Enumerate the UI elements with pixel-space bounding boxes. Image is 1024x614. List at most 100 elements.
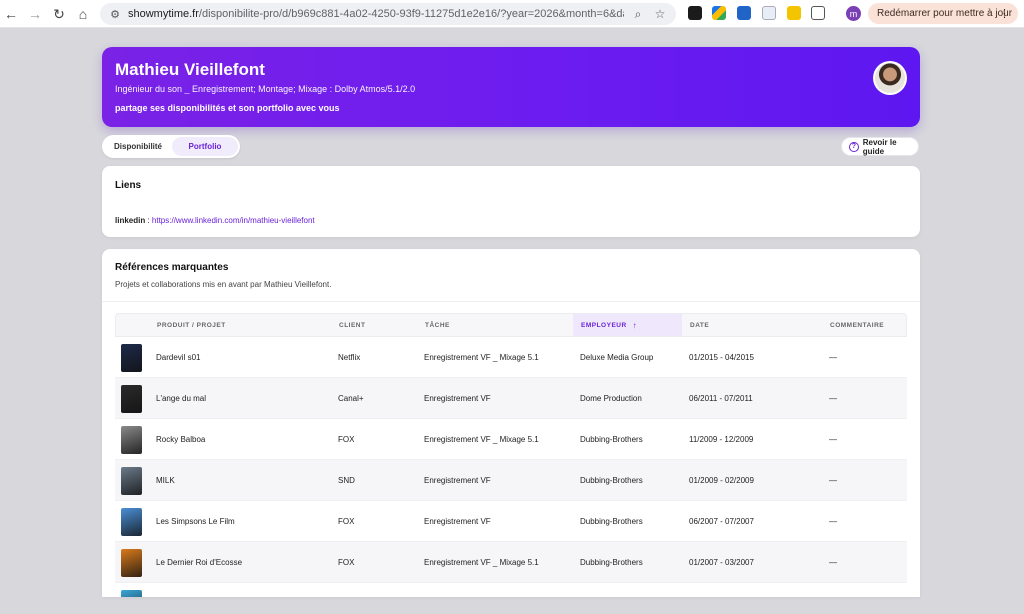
cell-product: Le Dernier Roi d'Ecosse [156, 558, 243, 567]
link-separator: : [145, 216, 152, 225]
cell-client: Canal+ [338, 394, 364, 403]
cell-client: SND [338, 476, 355, 485]
reload-icon[interactable]: ↻ [48, 3, 70, 25]
site-settings-icon[interactable]: ⚙ [108, 7, 122, 21]
cell-task: Enregistrement VF [424, 517, 491, 526]
poster-thumbnail[interactable] [121, 426, 142, 454]
avatar-photo [875, 63, 905, 93]
references-description: Projets et collaborations mis en avant p… [115, 280, 332, 289]
cell-comment: — [829, 558, 837, 567]
poster-thumbnail[interactable] [121, 549, 142, 577]
column-header-comment[interactable]: COMMENTAIRE [830, 314, 908, 336]
linkedin-link[interactable]: https://www.linkedin.com/in/mathieu-viei… [152, 216, 315, 225]
cell-date: 01/2015 - 04/2015 [689, 353, 754, 362]
cell-comment: — [829, 517, 837, 526]
divider [102, 301, 920, 302]
column-header-client[interactable]: CLIENT [339, 314, 419, 336]
table-row[interactable]: L'ange du mal Canal+ Enregistrement VF Dome… [115, 378, 907, 419]
cell-client: FOX [338, 435, 355, 444]
link-key: linkedin [115, 216, 146, 225]
link-item: linkedin : https://www.linkedin.com/in/m… [115, 216, 315, 225]
column-header-task[interactable]: TÂCHE [425, 314, 565, 336]
cell-client: FOX [338, 558, 355, 567]
references-table: PRODUIT / PROJET CLIENT TÂCHE EMPLOYEUR … [115, 313, 907, 597]
address-bar[interactable]: ⚙ showmytime.fr/disponibilite-pro/d/b969… [100, 3, 676, 25]
table-row[interactable]: Dardevil s01 Netflix Enregistrement VF _ M… [115, 337, 907, 378]
cell-employer: Dubbing-Brothers [580, 558, 643, 567]
links-title: Liens [115, 180, 142, 191]
browser-toolbar: ← → ↻ ⌂ ⚙ showmytime.fr/disponibilite-pr… [0, 0, 1024, 28]
cell-task: Enregistrement VF _ Mixage 5.1 [424, 558, 539, 567]
forward-icon[interactable]: → [24, 3, 46, 25]
zoom-icon[interactable]: ⌕ [630, 6, 646, 22]
table-row[interactable]: Rocky Balboa FOX Enregistrement VF _ Mixag… [115, 419, 907, 460]
extension-icon[interactable] [787, 6, 801, 20]
cell-comment: — [829, 394, 837, 403]
cell-employer: Deluxe Media Group [580, 353, 654, 362]
url-path: /disponibilite-pro/d/b969c881-4a02-4250-… [198, 8, 624, 20]
cell-comment: — [829, 476, 837, 485]
profile-avatar[interactable]: m [846, 6, 861, 21]
cell-product: L'ange du mal [156, 394, 207, 403]
cell-product: Rocky Balboa [156, 435, 206, 444]
extension-icon[interactable] [762, 6, 776, 20]
cell-task: Enregistrement VF _ Mixage 5.1 [424, 435, 539, 444]
references-title: Références marquantes [115, 262, 229, 273]
bookmark-star-icon[interactable]: ☆ [652, 6, 668, 22]
table-row[interactable]: Le Dernier Roi d'Ecosse FOX Enregistrement… [115, 542, 907, 583]
restart-label: Redémarrer pour mettre à jour [877, 8, 1013, 19]
home-icon[interactable]: ⌂ [72, 3, 94, 25]
links-card: Liens linkedin : https://www.linkedin.co… [102, 166, 920, 237]
profile-subtitle: Ingénieur du son _ Enregistrement; Monta… [115, 84, 416, 94]
guide-button[interactable]: ? Revoir le guide [841, 137, 919, 156]
help-icon: ? [849, 141, 859, 152]
url-host: showmytime.fr [128, 8, 199, 20]
table-header: PRODUIT / PROJET CLIENT TÂCHE EMPLOYEUR … [115, 313, 907, 337]
avatar [873, 61, 907, 95]
trello-icon[interactable] [737, 6, 751, 20]
poster-thumbnail[interactable] [121, 385, 142, 413]
cell-employer: Dubbing-Brothers [580, 435, 643, 444]
column-header-employer[interactable]: EMPLOYEUR ↑ [573, 314, 682, 336]
sort-ascending-icon: ↑ [632, 320, 638, 330]
url-text[interactable]: showmytime.fr/disponibilite-pro/d/b969c8… [128, 8, 624, 20]
cell-product: Les Simpsons Le Film [156, 517, 235, 526]
extension-icon[interactable] [688, 6, 702, 20]
cell-employer: Dubbing-Brothers [580, 517, 643, 526]
back-icon[interactable]: ← [0, 3, 22, 25]
cell-date: 11/2009 - 12/2009 [689, 435, 754, 444]
cell-date: 06/2007 - 07/2007 [689, 517, 754, 526]
poster-thumbnail[interactable] [121, 508, 142, 536]
column-header-product[interactable]: PRODUIT / PROJET [157, 314, 337, 336]
extensions-puzzle-icon[interactable] [811, 6, 825, 20]
cell-task: Enregistrement VF [424, 476, 491, 485]
cell-comment: — [829, 353, 837, 362]
table-row[interactable] [115, 583, 907, 597]
cell-employer: Dome Production [580, 394, 642, 403]
table-body: Dardevil s01 Netflix Enregistrement VF _ M… [115, 337, 907, 597]
cell-employer: Dubbing-Brothers [580, 476, 643, 485]
share-text: partage ses disponibilités et son portfo… [115, 103, 340, 113]
references-card: Références marquantes Projets et collabo… [102, 249, 920, 597]
drive-icon[interactable] [712, 6, 726, 20]
cell-client: FOX [338, 517, 355, 526]
poster-thumbnail[interactable] [121, 590, 142, 597]
profile-name: Mathieu Vieillefont [115, 60, 265, 79]
poster-thumbnail[interactable] [121, 344, 142, 372]
cell-task: Enregistrement VF _ Mixage 5.1 [424, 353, 539, 362]
cell-product: MILK [156, 476, 175, 485]
tab-portfolio[interactable]: Portfolio [172, 137, 238, 156]
more-menu-icon[interactable]: ⋮ [999, 7, 1010, 20]
column-header-date[interactable]: DATE [690, 314, 810, 336]
profile-header: Mathieu Vieillefont Ingénieur du son _ E… [102, 47, 920, 127]
cell-date: 06/2011 - 07/2011 [689, 394, 753, 403]
tab-disponibilite[interactable]: Disponibilité [104, 137, 172, 156]
poster-thumbnail[interactable] [121, 467, 142, 495]
restart-update-button[interactable]: Redémarrer pour mettre à jour ⋮ [868, 3, 1018, 24]
table-row[interactable]: MILK SND Enregistrement VF Dubbing-Brothers… [115, 460, 907, 501]
table-row[interactable]: Les Simpsons Le Film FOX Enregistrement VF… [115, 501, 907, 542]
view-tabs: Disponibilité Portfolio [102, 135, 240, 158]
cell-date: 01/2007 - 03/2007 [689, 558, 754, 567]
cell-task: Enregistrement VF [424, 394, 491, 403]
column-header-employer-label: EMPLOYEUR [581, 321, 627, 329]
